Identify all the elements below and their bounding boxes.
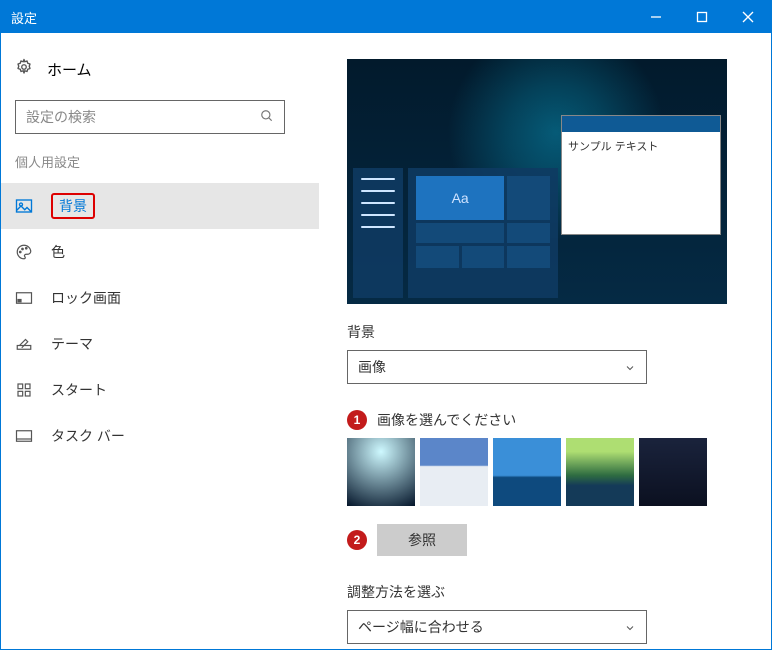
fit-select[interactable]: ページ幅に合わせる	[347, 610, 647, 644]
sidebar-item-start[interactable]: スタート	[1, 367, 319, 413]
section-label: 個人用設定	[1, 152, 319, 183]
sidebar-item-label: ロック画面	[51, 288, 121, 308]
home-button[interactable]: ホーム	[1, 58, 319, 100]
picture-thumbnails	[347, 438, 743, 506]
sidebar-item-colors[interactable]: 色	[1, 229, 319, 275]
choose-picture-label: 画像を選んでください	[377, 410, 516, 430]
gear-icon	[15, 58, 33, 80]
background-select-value: 画像	[358, 357, 386, 377]
thumbnail[interactable]	[347, 438, 415, 506]
preview-aa-tile: Aa	[416, 176, 504, 220]
window-title: 設定	[11, 8, 37, 27]
background-select[interactable]: 画像	[347, 350, 647, 384]
chevron-down-icon	[624, 621, 636, 633]
picture-icon	[15, 197, 33, 215]
fit-label: 調整方法を選ぶ	[347, 582, 743, 602]
sidebar-item-background[interactable]: 背景	[1, 183, 319, 229]
sidebar: ホーム 設定の検索 個人用設定 背景 色	[1, 33, 319, 649]
thumbnail[interactable]	[566, 438, 634, 506]
sidebar-item-label: スタート	[51, 380, 107, 400]
minimize-button[interactable]	[633, 1, 679, 33]
sidebar-item-lockscreen[interactable]: ロック画面	[1, 275, 319, 321]
grid-icon	[15, 382, 33, 398]
taskbar-icon	[15, 427, 33, 445]
thumbnail[interactable]	[639, 438, 707, 506]
browse-button[interactable]: 参照	[377, 524, 467, 556]
home-label: ホーム	[47, 59, 92, 80]
fit-select-value: ページ幅に合わせる	[358, 617, 484, 637]
sidebar-item-label: テーマ	[51, 334, 93, 354]
preview-start-tiles: Aa	[408, 168, 558, 298]
pencil-icon	[15, 335, 33, 353]
close-button[interactable]	[725, 1, 771, 33]
lockscreen-icon	[15, 289, 33, 307]
thumbnail[interactable]	[420, 438, 488, 506]
background-preview: Aa サンプル テキスト	[347, 59, 727, 304]
chevron-down-icon	[624, 361, 636, 373]
step-badge-1: 1	[347, 410, 367, 430]
title-bar: 設定	[1, 1, 771, 33]
sidebar-item-label: 背景	[51, 193, 95, 219]
maximize-button[interactable]	[679, 1, 725, 33]
search-placeholder: 設定の検索	[26, 107, 96, 127]
preview-window: サンプル テキスト	[561, 115, 721, 235]
search-input[interactable]: 設定の検索	[15, 100, 285, 134]
thumbnail[interactable]	[493, 438, 561, 506]
preview-start-list	[353, 168, 403, 298]
sidebar-item-taskbar[interactable]: タスク バー	[1, 413, 319, 459]
sidebar-item-label: 色	[51, 242, 65, 262]
sidebar-item-label: タスク バー	[51, 426, 125, 446]
background-label: 背景	[347, 322, 743, 342]
palette-icon	[15, 243, 33, 261]
browse-label: 参照	[408, 530, 436, 550]
content-pane: Aa サンプル テキスト 背景 画像 1 画像を選んでください	[319, 33, 771, 649]
step-badge-2: 2	[347, 530, 367, 550]
sidebar-item-themes[interactable]: テーマ	[1, 321, 319, 367]
search-icon	[260, 109, 274, 126]
sample-text-label: サンプル テキスト	[562, 132, 720, 160]
